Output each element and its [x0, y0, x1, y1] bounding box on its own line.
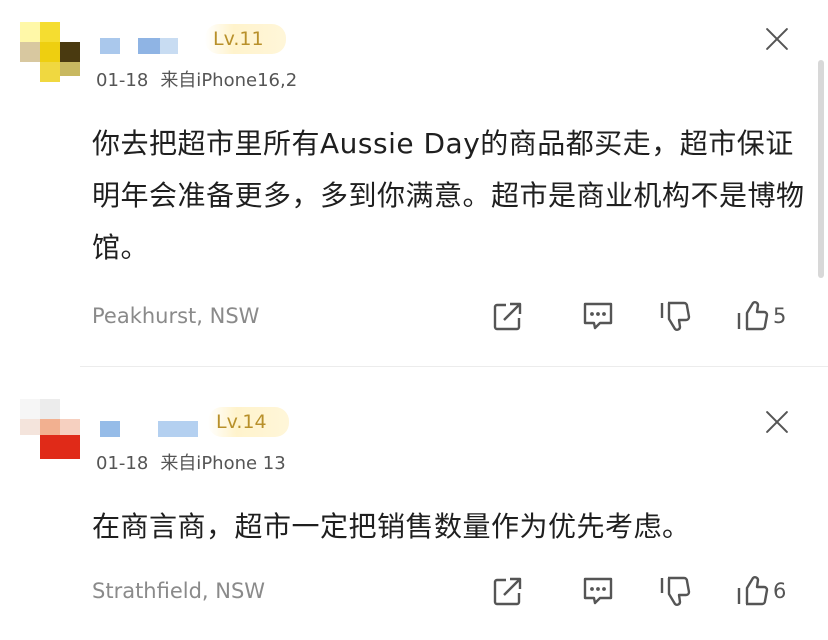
comment-icon — [583, 302, 613, 330]
comment-actions: 6 — [490, 573, 800, 609]
share-icon — [493, 577, 522, 606]
comment-item: Lv.14 01-18 来自iPhone 13 在商言商，超市一定把销售数量作为优… — [0, 367, 828, 640]
thumbs-down-icon — [660, 301, 691, 331]
like-count: 5 — [773, 304, 787, 328]
comment-text: 你去把超市里所有Aussie Day的商品都买走，超市保证明年会准备更多，多到你… — [92, 127, 805, 264]
scrollbar[interactable] — [818, 60, 824, 278]
comment-meta: 01-18 来自iPhone16,2 — [96, 66, 297, 92]
comment-icon — [583, 577, 613, 605]
avatar[interactable] — [20, 399, 80, 459]
share-button[interactable] — [490, 298, 526, 334]
username-blurred[interactable] — [100, 421, 220, 437]
comment-date: 01-18 — [96, 70, 149, 91]
reply-button[interactable] — [580, 298, 616, 334]
dislike-button[interactable] — [658, 573, 694, 609]
close-icon[interactable] — [764, 409, 790, 435]
comment-location: Peakhurst, NSW — [92, 304, 260, 328]
comment-source: 来自iPhone16,2 — [160, 70, 298, 91]
level-badge: Lv.11 — [205, 24, 286, 54]
comment-source: 来自iPhone 13 — [160, 453, 286, 474]
like-button[interactable]: 5 — [735, 298, 786, 334]
comment-meta: 01-18 来自iPhone 13 — [96, 449, 286, 475]
comment-text: 在商言商，超市一定把销售数量作为优先考虑。 — [92, 510, 691, 543]
thumbs-down-icon — [660, 576, 691, 606]
dislike-button[interactable] — [658, 298, 694, 334]
share-icon — [493, 302, 522, 331]
thumbs-up-icon — [737, 301, 769, 331]
username-blurred[interactable] — [100, 38, 220, 54]
share-button[interactable] — [490, 573, 526, 609]
close-icon[interactable] — [764, 26, 790, 52]
comment-actions: 5 — [490, 298, 800, 334]
like-count: 6 — [773, 579, 787, 603]
level-badge: Lv.14 — [208, 407, 289, 437]
like-button[interactable]: 6 — [735, 573, 786, 609]
thumbs-up-icon — [737, 576, 769, 606]
comment-item: Lv.11 01-18 来自iPhone16,2 你去把超市里所有Aussie D… — [0, 0, 828, 366]
avatar[interactable] — [20, 22, 80, 82]
comment-location: Strathfield, NSW — [92, 579, 266, 603]
comment-date: 01-18 — [96, 453, 149, 474]
reply-button[interactable] — [580, 573, 616, 609]
